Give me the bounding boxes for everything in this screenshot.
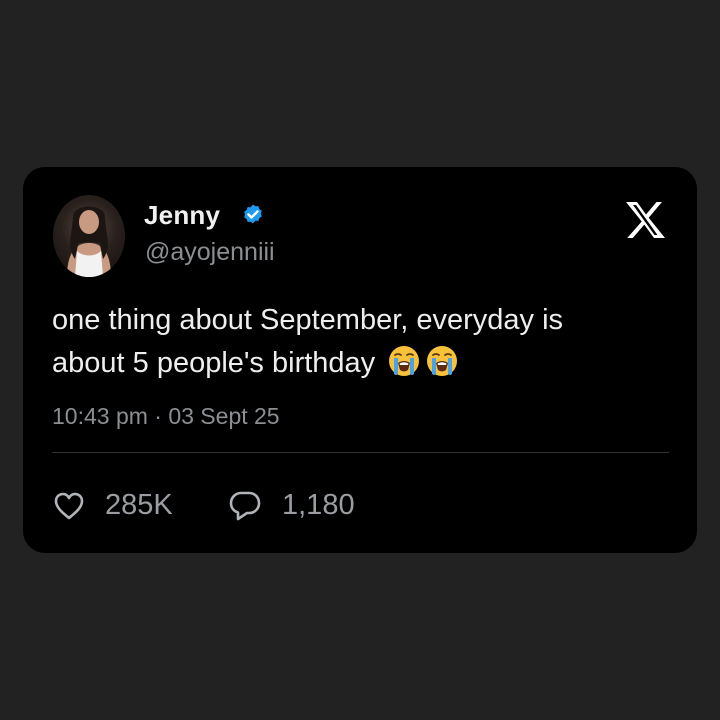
tweet-card[interactable]: Jenny @ayojenniii one thing about Septem… bbox=[23, 167, 697, 553]
speech-bubble-icon[interactable] bbox=[228, 490, 262, 522]
loudly-crying-face-icon bbox=[427, 346, 458, 376]
reply-button[interactable]: 1,180 bbox=[228, 489, 355, 522]
x-logo-icon[interactable] bbox=[624, 201, 666, 239]
like-count: 285K bbox=[105, 489, 173, 521]
tweet-text-line-2: about 5 people's birthday bbox=[52, 347, 376, 379]
user-handle[interactable]: @ayojenniii bbox=[145, 238, 275, 267]
heart-icon[interactable] bbox=[53, 491, 85, 521]
display-name[interactable]: Jenny bbox=[144, 200, 220, 231]
verified-badge-icon bbox=[244, 204, 262, 224]
loudly-crying-face-icon bbox=[389, 346, 420, 376]
divider bbox=[52, 452, 669, 453]
tweet-timestamp[interactable]: 10:43 pm · 03 Sept 25 bbox=[52, 403, 280, 430]
like-button[interactable]: 285K bbox=[53, 489, 173, 522]
avatar[interactable] bbox=[53, 195, 125, 277]
tweet-text: one thing about September, everyday is a… bbox=[52, 299, 672, 385]
reply-count: 1,180 bbox=[282, 489, 355, 521]
tweet-text-line-1: one thing about September, everyday is bbox=[52, 304, 564, 336]
